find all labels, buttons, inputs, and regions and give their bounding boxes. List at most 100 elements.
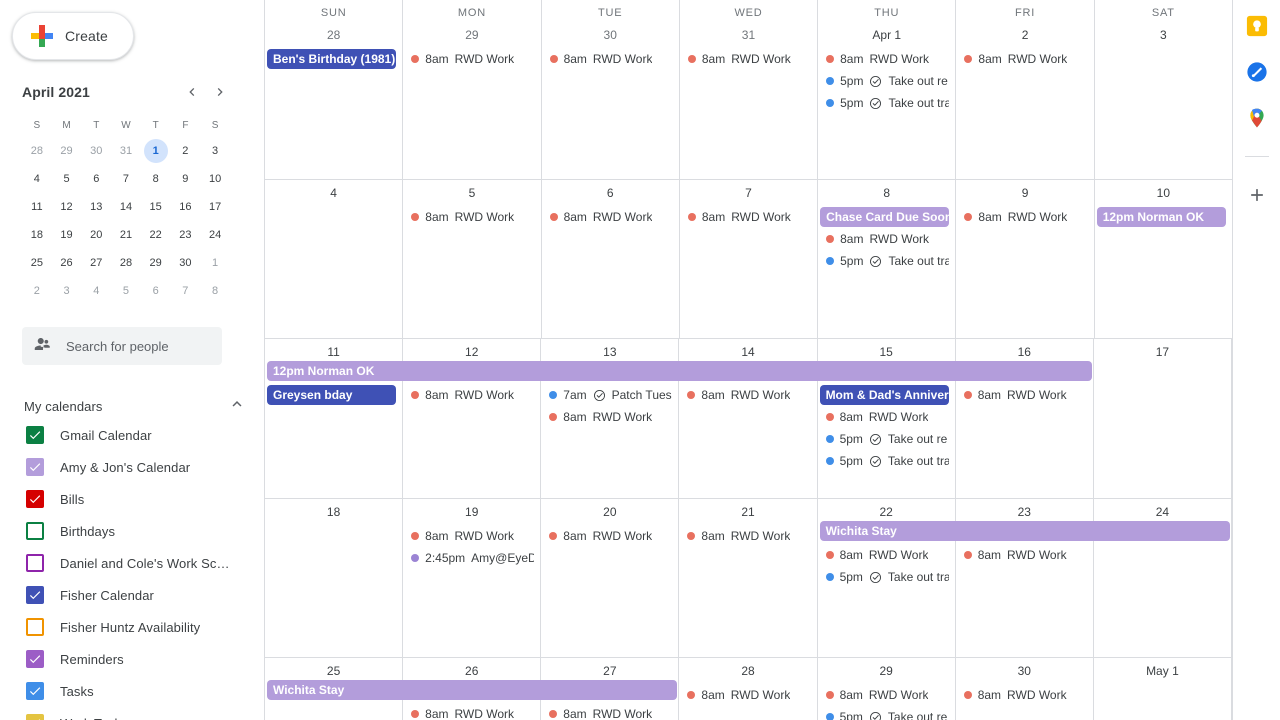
day-cell[interactable]: TUE 30 8am RWD Work bbox=[542, 0, 680, 179]
calendar-checkbox[interactable] bbox=[26, 714, 44, 720]
timed-event-row[interactable]: 8am RWD Work bbox=[818, 48, 955, 70]
day-number[interactable]: 29 bbox=[403, 24, 540, 46]
timed-event-row[interactable]: 8am RWD Work bbox=[542, 206, 679, 228]
day-number[interactable]: 29 bbox=[818, 660, 955, 682]
mini-day-5[interactable]: 5 bbox=[111, 277, 141, 305]
calendar-checkbox[interactable] bbox=[26, 650, 44, 668]
mini-day-30[interactable]: 30 bbox=[171, 249, 201, 277]
mini-day-10[interactable]: 10 bbox=[200, 165, 230, 193]
create-button[interactable]: Create bbox=[12, 12, 134, 60]
mini-day-21[interactable]: 21 bbox=[111, 221, 141, 249]
all-day-event-chip[interactable]: 12pm Norman OK bbox=[1096, 207, 1226, 227]
mini-day-26[interactable]: 26 bbox=[52, 249, 82, 277]
day-number[interactable]: 10 bbox=[1095, 182, 1232, 204]
calendar-checkbox[interactable] bbox=[26, 458, 44, 476]
mini-day-8[interactable]: 8 bbox=[200, 277, 230, 305]
calendar-list-item[interactable]: Bills bbox=[0, 483, 264, 515]
day-cell[interactable]: 9 8am RWD Work bbox=[956, 180, 1095, 338]
timed-event-row[interactable]: 8am RWD Work bbox=[818, 544, 955, 566]
day-number[interactable]: 30 bbox=[542, 24, 679, 46]
calendar-list-item[interactable]: Daniel and Cole's Work Sc… bbox=[0, 547, 264, 579]
timed-event-row[interactable]: 8am RWD Work bbox=[403, 206, 540, 228]
mini-day-11[interactable]: 11 bbox=[22, 193, 52, 221]
calendar-list-item[interactable]: Work Tasks bbox=[0, 707, 264, 720]
calendar-checkbox[interactable] bbox=[26, 586, 44, 604]
mini-day-19[interactable]: 19 bbox=[52, 221, 82, 249]
all-day-event-chip[interactable]: Chase Card Due Soon bbox=[820, 207, 950, 227]
day-number[interactable]: 6 bbox=[542, 182, 679, 204]
day-cell[interactable]: 6 8am RWD Work bbox=[542, 180, 680, 338]
mini-day-16[interactable]: 16 bbox=[171, 193, 201, 221]
mini-day-30[interactable]: 30 bbox=[81, 137, 111, 165]
day-number[interactable]: 7 bbox=[680, 182, 817, 204]
google-keep-icon[interactable] bbox=[1245, 14, 1269, 38]
all-day-event-chip[interactable]: Ben's Birthday (1981) bbox=[267, 49, 397, 69]
timed-event-row[interactable]: 8am RWD Work bbox=[679, 384, 816, 406]
mini-day-12[interactable]: 12 bbox=[52, 193, 82, 221]
day-cell[interactable]: 17 bbox=[1094, 339, 1232, 498]
mini-day-7[interactable]: 7 bbox=[171, 277, 201, 305]
all-day-event-chip[interactable]: Greysen bday bbox=[267, 385, 397, 405]
timed-event-row[interactable]: 8am RWD Work bbox=[541, 703, 678, 720]
mini-day-9[interactable]: 9 bbox=[171, 165, 201, 193]
day-cell[interactable]: 18 bbox=[265, 499, 404, 657]
mini-day-14[interactable]: 14 bbox=[111, 193, 141, 221]
day-number[interactable]: 28 bbox=[679, 660, 816, 682]
timed-event-row[interactable]: 8am RWD Work bbox=[818, 228, 955, 250]
mini-day-27[interactable]: 27 bbox=[81, 249, 111, 277]
day-cell[interactable]: 30 8am RWD Work bbox=[956, 658, 1094, 720]
day-cell[interactable]: 8 Chase Card Due Soon 8am RWD Work 5pm Take o… bbox=[818, 180, 957, 338]
timed-event-row[interactable]: 8am RWD Work bbox=[679, 684, 816, 706]
day-number[interactable]: 27 bbox=[541, 660, 678, 682]
google-maps-icon[interactable] bbox=[1245, 106, 1269, 130]
timed-event-row[interactable]: 8am RWD Work bbox=[818, 406, 955, 428]
day-number[interactable]: 16 bbox=[956, 341, 1093, 363]
timed-event-row[interactable]: 8am RWD Work bbox=[403, 384, 540, 406]
day-number[interactable]: 30 bbox=[956, 660, 1093, 682]
day-cell[interactable]: May 1 bbox=[1094, 658, 1232, 720]
timed-event-row[interactable]: 8am RWD Work bbox=[403, 48, 540, 70]
day-number[interactable]: 28 bbox=[265, 24, 402, 46]
day-cell[interactable]: SUN 28 Ben's Birthday (1981) bbox=[265, 0, 404, 179]
calendar-list-item[interactable]: Fisher Calendar bbox=[0, 579, 264, 611]
day-cell[interactable]: 19 8am RWD Work 2:45pm Amy@EyeD bbox=[403, 499, 542, 657]
timed-event-row[interactable]: 2:45pm Amy@EyeD bbox=[403, 547, 540, 569]
day-number[interactable]: 31 bbox=[680, 24, 817, 46]
mini-day-4[interactable]: 4 bbox=[81, 277, 111, 305]
mini-day-24[interactable]: 24 bbox=[200, 221, 230, 249]
timed-event-row[interactable]: 8am RWD Work bbox=[541, 525, 678, 547]
mini-day-22[interactable]: 22 bbox=[141, 221, 171, 249]
chevron-right-icon[interactable] bbox=[208, 80, 232, 104]
day-cell[interactable]: 20 8am RWD Work bbox=[541, 499, 680, 657]
timed-event-row[interactable]: 8am RWD Work bbox=[956, 206, 1093, 228]
mini-day-5[interactable]: 5 bbox=[52, 165, 82, 193]
mini-day-28[interactable]: 28 bbox=[22, 137, 52, 165]
day-number[interactable]: 19 bbox=[403, 501, 540, 523]
calendar-checkbox[interactable] bbox=[26, 618, 44, 636]
day-number[interactable]: 22 bbox=[818, 501, 955, 523]
day-number[interactable]: 8 bbox=[818, 182, 955, 204]
day-number[interactable]: 4 bbox=[265, 182, 402, 204]
day-number[interactable]: 23 bbox=[956, 501, 1093, 523]
task-event-row[interactable]: 7am Patch Tues bbox=[541, 384, 678, 406]
mini-day-20[interactable]: 20 bbox=[81, 221, 111, 249]
task-event-row[interactable]: 5pm Take out re bbox=[818, 70, 955, 92]
mini-day-29[interactable]: 29 bbox=[141, 249, 171, 277]
mini-day-3[interactable]: 3 bbox=[200, 137, 230, 165]
chevron-up-icon[interactable] bbox=[228, 395, 246, 418]
day-cell[interactable]: 10 12pm Norman OK bbox=[1095, 180, 1232, 338]
calendar-checkbox[interactable] bbox=[26, 490, 44, 508]
day-number[interactable]: May 1 bbox=[1094, 660, 1231, 682]
mini-day-15[interactable]: 15 bbox=[141, 193, 171, 221]
day-number[interactable]: 11 bbox=[265, 341, 402, 363]
day-number[interactable]: 9 bbox=[956, 182, 1093, 204]
mini-day-1[interactable]: 1 bbox=[200, 249, 230, 277]
day-number[interactable]: 2 bbox=[956, 24, 1093, 46]
timed-event-row[interactable]: 8am RWD Work bbox=[680, 48, 817, 70]
mini-day-6[interactable]: 6 bbox=[81, 165, 111, 193]
task-event-row[interactable]: 5pm Take out tra bbox=[818, 250, 955, 272]
mini-day-13[interactable]: 13 bbox=[81, 193, 111, 221]
day-cell[interactable]: 5 8am RWD Work bbox=[403, 180, 542, 338]
calendar-checkbox[interactable] bbox=[26, 682, 44, 700]
timed-event-row[interactable]: 8am RWD Work bbox=[542, 48, 679, 70]
